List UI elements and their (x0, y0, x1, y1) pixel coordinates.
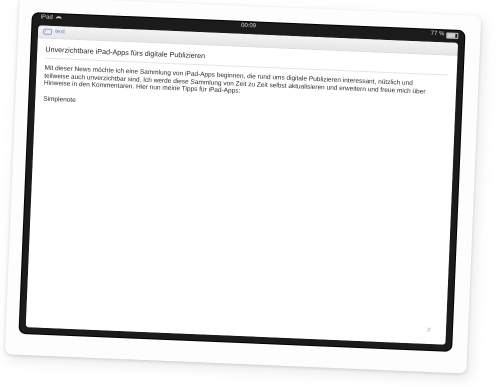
photo-stage: iPad 00:09 77 % text Unverzichtbare iPad… (0, 0, 500, 387)
close-icon[interactable]: × (424, 325, 434, 336)
battery-fill (447, 32, 456, 38)
ipad-device: iPad 00:09 77 % text Unverzichtbare iPad… (19, 13, 465, 351)
battery-icon (446, 31, 459, 39)
tag-icon (43, 28, 53, 35)
battery-percent: 77 % (430, 30, 445, 38)
status-right: 77 % (430, 30, 459, 40)
app-screen: text Unverzichtbare iPad-Apps fürs digit… (25, 25, 459, 345)
note-editor[interactable]: Unverzichtbare iPad-Apps fürs digitale P… (25, 38, 458, 345)
text-link-label: text (54, 29, 65, 36)
text-link-button[interactable]: text (43, 28, 65, 36)
